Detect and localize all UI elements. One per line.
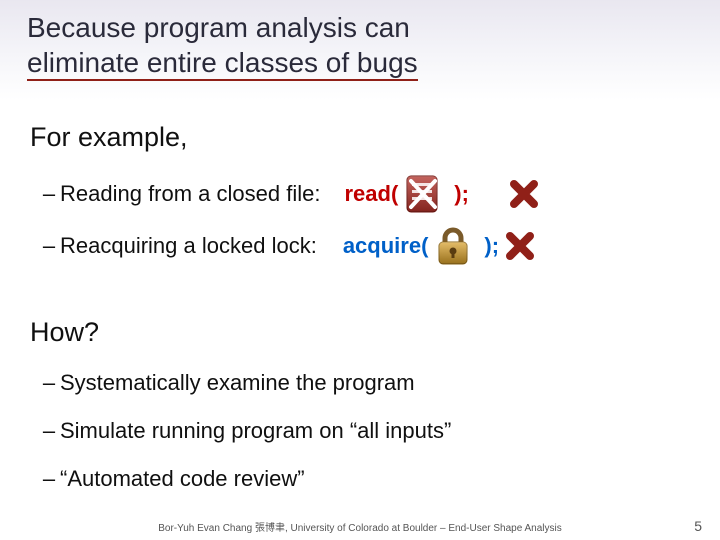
slide-body: For example, – Reading from a closed fil… bbox=[0, 100, 720, 514]
example-desc: Reading from a closed file: bbox=[60, 181, 320, 207]
example-row: – Reading from a closed file: read( bbox=[38, 169, 690, 219]
lock-icon bbox=[428, 223, 478, 269]
example-desc: Reacquiring a locked lock: bbox=[60, 233, 317, 259]
how-list: – Systematically examine the program – S… bbox=[30, 370, 690, 492]
file-x-icon bbox=[398, 171, 448, 217]
bullet-dash: – bbox=[38, 466, 60, 492]
list-item: – Simulate running program on “all input… bbox=[38, 418, 690, 444]
title-line1: Because program analysis can bbox=[27, 12, 410, 43]
code-close: ); bbox=[478, 233, 499, 259]
bullet-dash: – bbox=[38, 233, 60, 259]
bullet-dash: – bbox=[38, 181, 60, 207]
title-line2: eliminate entire classes of bugs bbox=[27, 47, 418, 81]
code-call: read( bbox=[338, 181, 398, 207]
x-cross-icon bbox=[505, 231, 535, 261]
bullet-dash: – bbox=[38, 418, 60, 444]
title-band: Because program analysis can eliminate e… bbox=[0, 0, 720, 100]
slide-title: Because program analysis can eliminate e… bbox=[27, 10, 720, 80]
how-item-text: Systematically examine the program bbox=[60, 370, 415, 396]
x-cross-icon bbox=[509, 179, 539, 209]
page-number: 5 bbox=[694, 518, 702, 534]
code-call: acquire( bbox=[337, 233, 429, 259]
list-item: – Systematically examine the program bbox=[38, 370, 690, 396]
footer-text: Bor-Yuh Evan Chang 張博聿, University of Co… bbox=[0, 519, 720, 534]
for-example-label: For example, bbox=[30, 122, 690, 153]
how-item-text: “Automated code review” bbox=[60, 466, 305, 492]
bullet-dash: – bbox=[38, 370, 60, 396]
how-item-text: Simulate running program on “all inputs” bbox=[60, 418, 451, 444]
code-close: ); bbox=[448, 181, 469, 207]
list-item: – “Automated code review” bbox=[38, 466, 690, 492]
how-label: How? bbox=[30, 317, 690, 348]
example-row: – Reacquiring a locked lock: acquire( bbox=[38, 221, 690, 271]
